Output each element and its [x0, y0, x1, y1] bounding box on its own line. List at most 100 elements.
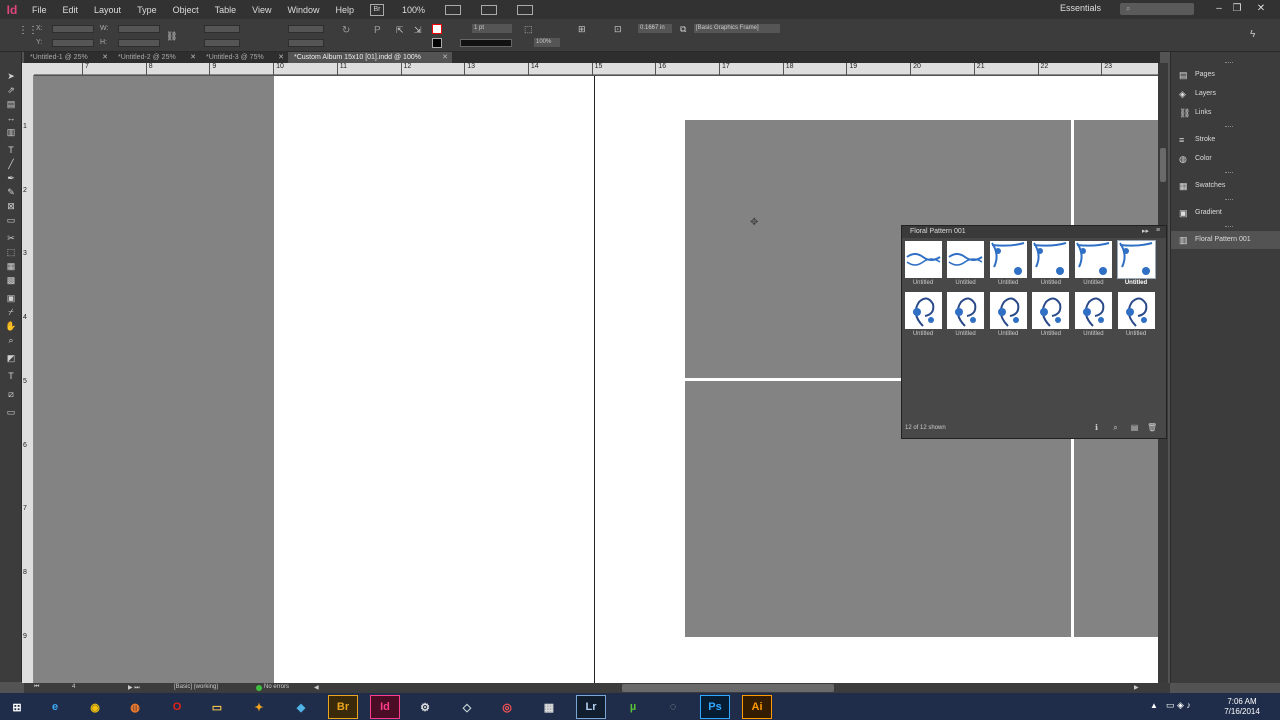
app-icon[interactable]: ⚙	[410, 695, 440, 719]
menu-type[interactable]: Type	[129, 5, 165, 15]
hand-tool-icon[interactable]: ✋	[4, 320, 18, 332]
firefox-icon[interactable]: ◍	[120, 695, 150, 719]
menu-help[interactable]: Help	[327, 5, 362, 15]
tray-icons[interactable]: ▭ ◈ ♪	[1166, 700, 1191, 711]
stroke-weight-field[interactable]: 1 pt	[472, 24, 512, 33]
search-input[interactable]: ⌕	[1120, 3, 1194, 15]
dock-stroke[interactable]: ≡ Stroke	[1171, 131, 1280, 149]
menu-file[interactable]: File	[24, 5, 55, 15]
scroll-left-icon[interactable]: ◀	[314, 684, 319, 691]
center-content-icon[interactable]: ⊡	[614, 24, 622, 35]
flip-icon[interactable]: P	[374, 25, 381, 36]
app-icon[interactable]: ◎	[492, 695, 522, 719]
stroke-type-select[interactable]	[460, 39, 512, 47]
fit-frame-icon[interactable]: ⬚	[524, 24, 533, 35]
library-title[interactable]: Floral Pattern 001	[902, 226, 1166, 238]
line-tool-icon[interactable]: ╱	[4, 158, 18, 170]
restore-icon[interactable]: ❐	[1230, 2, 1244, 16]
dock-gradient[interactable]: ▣ Gradient	[1171, 204, 1280, 222]
arrange-documents-icon[interactable]	[517, 4, 534, 15]
tab-close-icon[interactable]: ✕	[102, 52, 108, 63]
library-item[interactable]: Untitled	[1031, 241, 1071, 291]
minimize-icon[interactable]: –	[1212, 2, 1226, 16]
illustrator-taskbar-icon[interactable]: Ai	[742, 695, 772, 719]
dock-swatches[interactable]: ▦ Swatches	[1171, 177, 1280, 195]
clock[interactable]: 7:06 AM 7/16/2014	[1212, 697, 1272, 717]
object-style-select[interactable]: [Basic Graphics Frame]	[694, 24, 780, 33]
utorrent-icon[interactable]: µ	[618, 695, 648, 719]
select-container-icon[interactable]: ⇱	[396, 25, 404, 36]
rotate-cw-icon[interactable]: ↻	[342, 25, 350, 36]
indesign-taskbar-icon[interactable]: Id	[370, 695, 400, 719]
dock-grip[interactable]	[1225, 62, 1233, 64]
delete-item-icon[interactable]: 🗑	[1147, 423, 1157, 432]
zoom-select[interactable]: 100%	[402, 5, 425, 15]
fill-swatch[interactable]	[432, 24, 442, 34]
collapse-icon[interactable]: ▸▸	[1142, 227, 1149, 235]
scale-x-field[interactable]	[204, 25, 240, 33]
library-item[interactable]: Untitled	[903, 241, 943, 291]
rotate-field[interactable]	[288, 25, 324, 33]
library-item[interactable]: Untitled	[903, 292, 943, 342]
dock-grip[interactable]	[1225, 172, 1233, 174]
y-field[interactable]	[52, 39, 94, 47]
first-page-icon[interactable]: ⏮	[34, 684, 39, 691]
horizontal-ruler[interactable]: 7 8 9 10 11 12 13 14 15 16 17 18 19 20 21 22 23	[34, 63, 1158, 75]
dock-color[interactable]: ◍ Color	[1171, 150, 1280, 168]
page-number-field[interactable]: 4	[72, 684, 75, 690]
pencil-tool-icon[interactable]: ✎	[4, 186, 18, 198]
preflight-status[interactable]: No errors	[264, 684, 289, 690]
gradient-feather-tool-icon[interactable]: ▩	[4, 274, 18, 286]
photoshop-taskbar-icon[interactable]: Ps	[700, 695, 730, 719]
dock-links[interactable]: ⛓ Links	[1171, 104, 1280, 122]
pen-tool-icon[interactable]: ✒	[4, 172, 18, 184]
tab-close-icon[interactable]: ✕	[190, 52, 196, 63]
menu-layout[interactable]: Layout	[86, 5, 129, 15]
vertical-ruler[interactable]: 1 2 3 4 5 6 7 8 9	[22, 75, 34, 683]
library-item[interactable]: Untitled	[1073, 241, 1113, 291]
app-icon[interactable]: ◇	[452, 695, 482, 719]
lightning-icon[interactable]: ϟ	[1250, 29, 1255, 40]
ie-icon[interactable]: e	[40, 695, 70, 719]
x-field[interactable]	[52, 25, 94, 33]
menu-table[interactable]: Table	[207, 5, 245, 15]
type-tool-icon[interactable]: T	[4, 144, 18, 156]
dock-grip[interactable]	[1225, 226, 1233, 228]
fill-stroke-icon[interactable]: ◩	[4, 352, 18, 364]
tab-untitled-3[interactable]: *Untitled-3 @ 75% ✕	[200, 52, 288, 63]
app-icon[interactable]: ◌	[658, 695, 688, 719]
direct-selection-tool-icon[interactable]: ⇗	[4, 84, 18, 96]
screen-mode-tool-icon[interactable]: ▭	[4, 406, 18, 418]
bridge-button[interactable]: Br	[370, 3, 384, 16]
start-icon[interactable]: ⊞	[2, 695, 32, 719]
scale-y-field[interactable]	[204, 39, 240, 47]
library-item[interactable]: Untitled	[1031, 292, 1071, 342]
w-field[interactable]	[118, 25, 160, 33]
opacity-field[interactable]: 100%	[534, 38, 560, 47]
rectangle-frame-tool-icon[interactable]: ⊠	[4, 200, 18, 212]
tab-untitled-1[interactable]: *Untitled-1 @ 25% ✕	[24, 52, 112, 63]
library-item[interactable]: Untitled	[1116, 240, 1156, 291]
scroll-right-icon[interactable]: ▶	[1134, 684, 1139, 691]
next-page-icon[interactable]: ▶ ⏭	[128, 684, 140, 692]
tray-up-icon[interactable]: ▲	[1150, 701, 1158, 710]
reference-point-icon[interactable]: ⋮⋮	[18, 25, 38, 36]
library-item[interactable]: Untitled	[988, 241, 1028, 291]
library-item[interactable]: Untitled	[946, 292, 986, 342]
explorer-icon[interactable]: ▭	[202, 695, 232, 719]
menu-edit[interactable]: Edit	[55, 5, 87, 15]
app-icon[interactable]: ◆	[286, 695, 316, 719]
app-icon[interactable]: ✦	[244, 695, 274, 719]
item-info-icon[interactable]: ℹ	[1092, 423, 1101, 432]
dock-grip[interactable]	[1225, 199, 1233, 201]
search-library-icon[interactable]: ⌕	[1111, 423, 1120, 432]
constrain-icon[interactable]: ⛓	[166, 31, 177, 42]
view-options-icon[interactable]	[445, 4, 462, 15]
h-field[interactable]	[118, 39, 160, 47]
vertical-scroll-thumb[interactable]	[1160, 148, 1166, 182]
fx-icon[interactable]: ⧉	[680, 24, 686, 35]
dock-floral-pattern[interactable]: ▥ Floral Pattern 001	[1171, 231, 1280, 249]
stroke-swatch[interactable]	[432, 38, 442, 48]
new-item-icon[interactable]: ▤	[1130, 423, 1139, 432]
free-transform-tool-icon[interactable]: ⬚	[4, 246, 18, 258]
